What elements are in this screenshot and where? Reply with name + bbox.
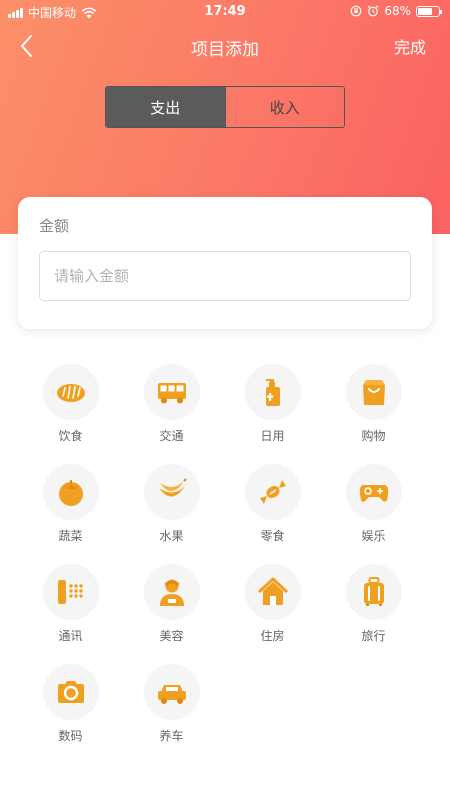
category-icon-circle: [244, 564, 301, 620]
battery-level: [418, 7, 432, 15]
category-label: 养车: [159, 729, 184, 743]
category-item[interactable]: 蔬菜: [20, 464, 121, 544]
category-label: 娱乐: [361, 529, 386, 543]
category-item[interactable]: 住房: [222, 564, 323, 644]
category-icon-circle: [42, 564, 99, 620]
tomato-icon: [58, 480, 83, 506]
category-label: 通讯: [58, 629, 83, 643]
category-label: 旅行: [361, 629, 386, 643]
battery-percent: 68%: [384, 4, 411, 18]
category-icon-circle: [42, 664, 99, 720]
category-item[interactable]: 购物: [323, 364, 424, 444]
category-label: 交通: [159, 429, 184, 443]
category-item[interactable]: 娱乐: [323, 464, 424, 544]
category-icon-circle: [42, 364, 99, 420]
type-segmented-control: 支出 收入: [105, 86, 345, 128]
gamepad-icon: [359, 485, 388, 502]
category-label: 蔬菜: [58, 529, 83, 543]
house-icon: [257, 577, 288, 605]
category-label: 住房: [260, 629, 285, 643]
category-item[interactable]: 通讯: [20, 564, 121, 644]
category-icon-circle: [345, 364, 402, 420]
category-icon-circle: [345, 564, 402, 620]
category-label: 日用: [260, 429, 285, 443]
soap-bottle-icon: [265, 379, 280, 406]
phone-icon: [57, 580, 83, 604]
category-label: 零食: [260, 529, 285, 543]
orientation-lock-icon: [350, 5, 362, 17]
category-label: 水果: [159, 529, 184, 543]
page-title: 项目添加: [191, 40, 259, 60]
category-icon-circle: [42, 464, 99, 520]
bread-icon: [56, 384, 85, 402]
category-icon-circle: [143, 664, 200, 720]
category-item[interactable]: 交通: [121, 364, 222, 444]
amount-label: 金额: [39, 217, 70, 235]
shopping-bag-icon: [362, 380, 385, 405]
done-button[interactable]: 完成: [394, 34, 426, 58]
battery-icon: [416, 5, 442, 17]
camera-icon: [57, 681, 84, 703]
amount-input[interactable]: [39, 251, 411, 301]
category-label: 美容: [159, 629, 184, 643]
category-icon-circle: [143, 464, 200, 520]
category-icon-circle: [143, 564, 200, 620]
category-icon-circle: [345, 464, 402, 520]
category-icon-circle: [244, 364, 301, 420]
category-item[interactable]: 数码: [20, 664, 121, 744]
category-item[interactable]: 饮食: [20, 364, 121, 444]
banana-icon: [158, 478, 187, 497]
bus-icon: [157, 383, 186, 404]
category-item[interactable]: 旅行: [323, 564, 424, 644]
status-bar: 中国移动 17:49 68%: [0, 0, 450, 24]
candy-icon: [259, 480, 286, 504]
category-grid: 饮食 交通 日用 购物 蔬菜 水果 零食 娱乐 通讯 美容 住房 旅行 数码 养…: [20, 364, 424, 744]
category-item[interactable]: 养车: [121, 664, 222, 744]
luggage-icon: [363, 577, 384, 606]
category-item[interactable]: 美容: [121, 564, 222, 644]
category-label: 数码: [58, 729, 83, 743]
car-icon: [157, 685, 186, 704]
segment-income[interactable]: 收入: [224, 87, 345, 127]
category-item[interactable]: 水果: [121, 464, 222, 544]
amount-card: 金额: [18, 197, 432, 329]
segment-expense[interactable]: 支出: [106, 87, 225, 127]
category-label: 购物: [361, 429, 386, 443]
category-item[interactable]: 日用: [222, 364, 323, 444]
category-icon-circle: [244, 464, 301, 520]
category-label: 饮食: [58, 429, 83, 443]
category-icon-circle: [143, 364, 200, 420]
beautician-icon: [159, 579, 184, 606]
category-item[interactable]: 零食: [222, 464, 323, 544]
alarm-icon: [367, 5, 379, 17]
